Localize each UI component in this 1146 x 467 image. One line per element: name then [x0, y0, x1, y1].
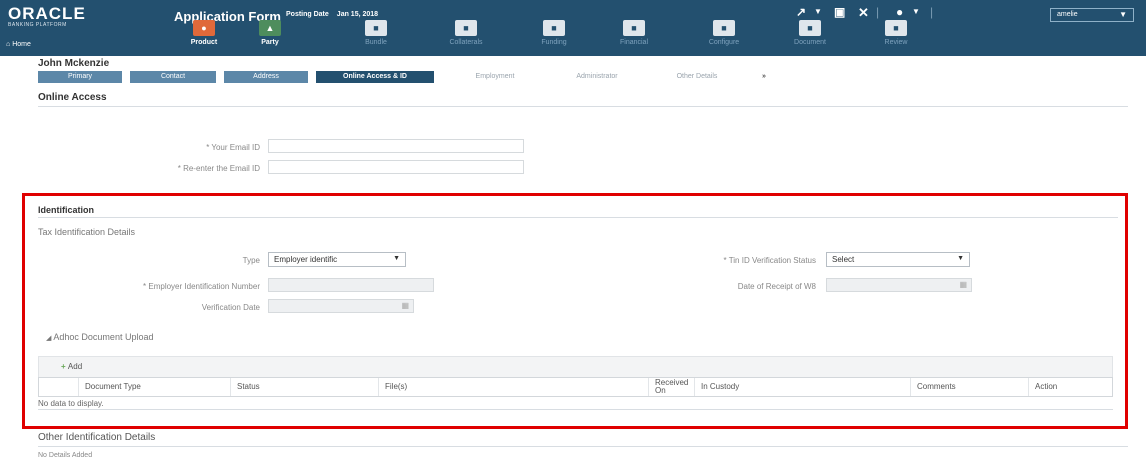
collaterals-icon: ■ [455, 20, 477, 36]
wizard-step[interactable]: Administrator [548, 71, 646, 83]
train-step-party[interactable]: ▲ Party [240, 20, 300, 46]
online-access-title: Online Access [38, 92, 107, 103]
posting-date: Posting Date Jan 15, 2018 [286, 11, 379, 18]
home-icon: ⌂ [6, 41, 11, 48]
divider: | [930, 5, 934, 19]
other-identification-title: Other Identification Details [38, 432, 156, 443]
train-step-label: Collaterals [449, 39, 483, 46]
wizard-step[interactable]: » [752, 71, 776, 83]
train-step-label: Party [261, 39, 279, 46]
no-details-message: No Details Added [38, 452, 93, 459]
train-step-financial[interactable]: ■ Financial [604, 20, 664, 46]
email-label: * Your Email ID [206, 143, 260, 152]
review-icon: ■ [885, 20, 907, 36]
applicant-name: John Mckenzie [38, 58, 110, 69]
wizard-step[interactable]: Employment [448, 71, 542, 83]
train-step-label: Configure [708, 39, 740, 46]
highlight-frame [22, 193, 1128, 429]
home-link[interactable]: ⌂ Home [6, 41, 31, 48]
wizard-step[interactable]: Primary [38, 71, 122, 83]
chevron-down-icon[interactable]: ▼ [814, 7, 822, 16]
train-step-label: Document [794, 39, 826, 46]
help-icon[interactable]: ● [896, 5, 903, 19]
party-icon: ▲ [259, 20, 281, 36]
train-step-label: Funding [541, 39, 567, 46]
email-input[interactable] [268, 139, 524, 153]
train-step-label: Financial [619, 39, 648, 46]
divider: | [876, 5, 880, 19]
train-step-funding[interactable]: ■ Funding [524, 20, 584, 46]
user-menu[interactable]: amelie ▼ [1050, 8, 1134, 22]
funding-icon: ■ [543, 20, 565, 36]
train-step-review[interactable]: ■ Review [866, 20, 926, 46]
divider [38, 446, 1128, 447]
financial-icon: ■ [623, 20, 645, 36]
train-step-bundle[interactable]: ■ Bundle [346, 20, 406, 46]
bundle-icon: ■ [365, 20, 387, 36]
wizard-step[interactable]: Address [224, 71, 308, 83]
help-menu-chevron-icon[interactable]: ▼ [912, 7, 920, 16]
train-step-label: Review [884, 39, 908, 46]
save-icon[interactable]: ▣ [834, 5, 845, 19]
configure-icon: ■ [713, 20, 735, 36]
link-icon[interactable]: ↗ [796, 5, 806, 19]
wizard-step[interactable]: Other Details [652, 71, 742, 83]
app-header: ORACLE BANKING PLATFORM Application Form… [0, 0, 1146, 56]
reenter-email-label: * Re-enter the Email ID [177, 164, 260, 173]
chevron-down-icon: ▼ [1119, 10, 1127, 19]
wizard-step[interactable]: Contact [130, 71, 216, 83]
train-step-product[interactable]: ● Product [174, 20, 234, 46]
wizard-step[interactable]: Online Access & ID [316, 71, 434, 83]
train-step-configure[interactable]: ■ Configure [694, 20, 754, 46]
train-step-label: Bundle [365, 39, 387, 46]
document-icon: ■ [799, 20, 821, 36]
divider [38, 106, 1128, 107]
train-step-collaterals[interactable]: ■ Collaterals [436, 20, 496, 46]
train-step-label: Product [190, 39, 218, 46]
train-step-document[interactable]: ■ Document [780, 20, 840, 46]
close-icon[interactable]: ✕ [858, 5, 869, 21]
oracle-logo: ORACLE BANKING PLATFORM [8, 4, 86, 28]
reenter-email-input[interactable] [268, 160, 524, 174]
product-icon: ● [193, 20, 215, 36]
